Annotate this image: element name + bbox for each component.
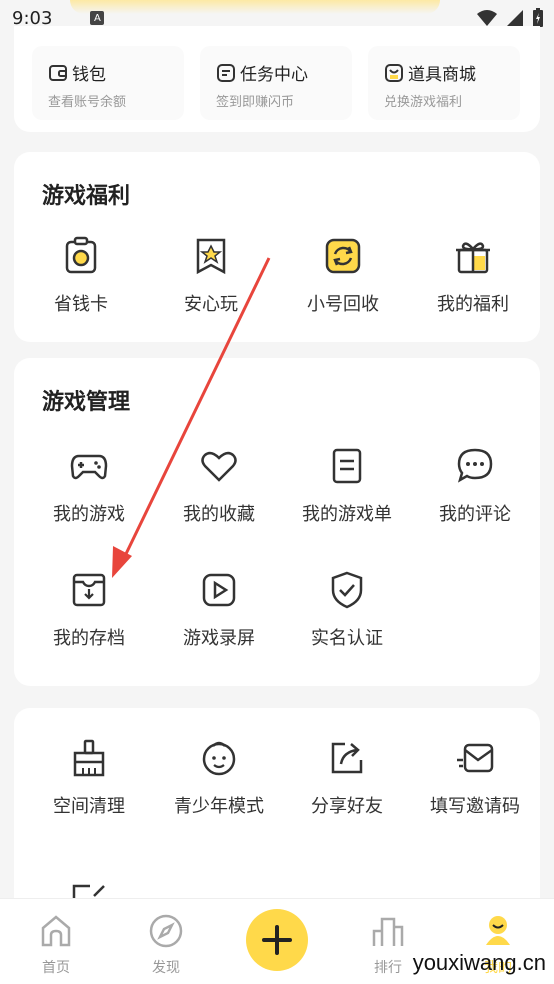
item-mall-button[interactable]: 道具商城 兑换游戏福利 [368,46,520,120]
management-item-screen-record[interactable]: 游戏录屏 [154,570,284,650]
management-item-my-games[interactable]: 我的游戏 [24,446,154,526]
welfare-item-account-recycle[interactable]: 小号回收 [278,236,408,316]
tools-item-invite-code[interactable]: 填写邀请码 [410,738,540,818]
management-card: 游戏管理 我的游戏 我的收藏 我的游戏单 我的评论 我的存档 游戏录屏 实名认证 [14,358,540,686]
broom-icon [73,739,105,777]
task-center-subtitle: 签到即赚闪币 [216,95,295,110]
chat-bubble-icon [457,448,493,483]
gamepad-icon [70,454,108,480]
management-item-label: 实名认证 [311,628,383,649]
nav-home[interactable]: 首页 [16,913,96,977]
welfare-title: 游戏福利 [42,184,131,209]
management-item-real-name-auth[interactable]: 实名认证 [282,570,412,650]
play-icon [202,573,236,607]
archive-download-icon [72,573,106,607]
notification-icon: A [90,11,105,25]
recycle-icon [325,238,361,274]
wifi-icon [477,10,497,26]
share-icon [331,742,363,774]
tools-item-label: 分享好友 [311,796,383,817]
tools-item-share-friends[interactable]: 分享好友 [282,738,412,818]
nav-discover[interactable]: 发现 [126,913,206,977]
management-item-label: 我的评论 [439,504,511,525]
add-button[interactable] [246,909,308,971]
tools-card: 空间清理 青少年模式 分享好友 填写邀请码 [14,708,540,928]
management-item-my-comments[interactable]: 我的评论 [410,446,540,526]
task-center-button[interactable]: 任务中心 签到即赚闪币 [200,46,352,120]
welfare-item-label: 小号回收 [307,294,379,315]
bar-chart-icon [372,917,404,946]
welfare-item-savings-card[interactable]: 省钱卡 [16,236,146,316]
wallet-icon [49,64,67,81]
tools-item-label: 填写邀请码 [430,796,520,817]
management-item-label: 我的收藏 [183,504,255,525]
shield-check-icon [331,571,363,609]
task-center-title: 任务中心 [240,65,308,85]
wallet-button[interactable]: 钱包 查看账号余额 [32,46,184,120]
wallet-subtitle: 查看账号余额 [48,95,127,110]
home-icon [41,915,71,947]
heart-icon [201,451,237,482]
list-document-icon [332,448,362,484]
management-item-label: 游戏录屏 [183,628,255,649]
welfare-item-my-welfare[interactable]: 我的福利 [408,236,538,316]
gift-icon [456,242,490,274]
management-item-my-game-list[interactable]: 我的游戏单 [282,446,412,526]
management-item-my-favorites[interactable]: 我的收藏 [154,446,284,526]
welfare-item-label: 省钱卡 [54,294,108,315]
task-icon [217,63,235,82]
tools-item-label: 空间清理 [53,796,125,817]
nav-discover-label: 发现 [152,960,180,976]
nav-home-label: 首页 [42,960,70,976]
battery-icon [533,8,543,27]
welfare-card: 游戏福利 省钱卡 安心玩 小号回收 我的福利 [14,152,540,342]
compass-icon [149,914,183,948]
management-item-label: 我的游戏 [53,504,125,525]
signal-icon [507,10,523,26]
item-mall-title: 道具商城 [408,65,476,85]
item-mall-subtitle: 兑换游戏福利 [384,95,463,110]
edit-icon[interactable] [70,884,110,898]
management-item-my-saves[interactable]: 我的存档 [24,570,154,650]
management-item-label: 我的存档 [53,628,125,649]
plus-icon [262,925,292,955]
welfare-item-safe-play[interactable]: 安心玩 [146,236,276,316]
savings-card-icon [65,236,97,274]
tools-item-teen-mode[interactable]: 青少年模式 [154,738,284,818]
child-face-icon [202,741,236,776]
welfare-item-label: 安心玩 [184,294,238,315]
welfare-item-label: 我的福利 [437,294,509,315]
envelope-send-icon [457,743,494,773]
mine-avatar-icon [486,916,510,945]
management-title: 游戏管理 [42,390,131,415]
mall-icon [385,63,403,82]
shortcut-card: 钱包 查看账号余额 任务中心 签到即赚闪币 道具商城 兑换游戏福利 [14,26,540,132]
management-item-label: 我的游戏单 [302,504,392,525]
status-icons [476,8,544,28]
star-bookmark-icon [196,238,226,275]
wallet-title: 钱包 [72,65,106,85]
tools-item-space-cleanup[interactable]: 空间清理 [24,738,154,818]
tools-item-label: 青少年模式 [174,796,264,817]
watermark: youxiwang.cn [412,950,546,975]
